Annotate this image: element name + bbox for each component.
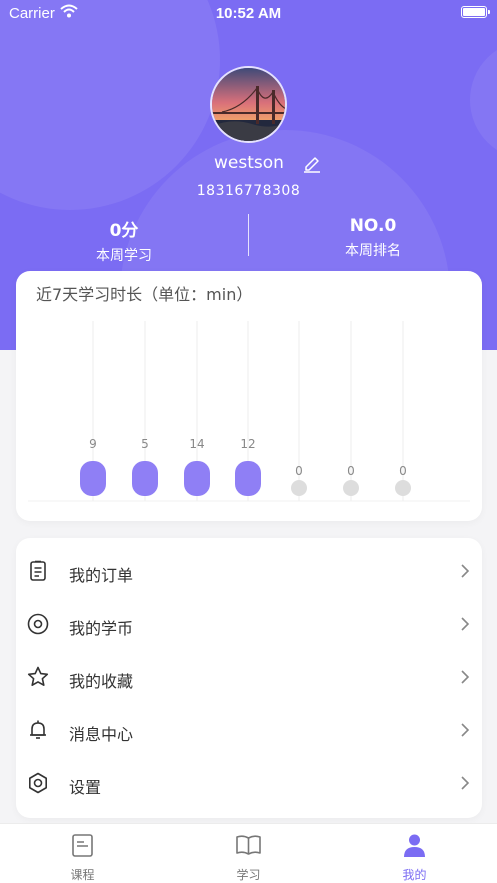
chart-value-label: 0 <box>347 464 355 478</box>
battery-icon <box>461 6 490 18</box>
menu-item-messages[interactable]: 消息中心 <box>16 701 482 754</box>
tab-bar: 课程 学习 我的 <box>0 823 497 883</box>
tab-label: 学习 <box>236 868 261 882</box>
chart-bar <box>184 461 210 496</box>
chevron-right-icon <box>461 617 470 631</box>
tab-label: 课程 <box>70 868 95 882</box>
chevron-right-icon <box>461 776 470 790</box>
weekly-rank-stat: NO.0 本周排名 <box>293 216 453 260</box>
menu-item-coins[interactable]: 我的学币 <box>16 595 482 648</box>
chart-value-label: 14 <box>189 437 204 451</box>
status-bar: Carrier 10:52 AM <box>0 0 497 26</box>
status-time: 10:52 AM <box>215 5 282 22</box>
chart-value-label: 5 <box>141 437 149 451</box>
weekly-study-value: 0分 <box>109 221 139 241</box>
edit-icon[interactable] <box>302 153 322 173</box>
avatar[interactable] <box>210 66 287 143</box>
menu-item-orders[interactable]: 我的订单 <box>16 542 482 595</box>
phone-number: 18316778308 <box>196 183 301 199</box>
chart-bar <box>291 480 307 496</box>
tab-courses[interactable]: 课程 <box>0 824 165 883</box>
chart-bar <box>132 461 158 496</box>
chevron-right-icon <box>461 564 470 578</box>
chart-value-label: 0 <box>399 464 407 478</box>
bell-icon <box>30 720 46 739</box>
weekly-study-stat: 0分 本周学习 <box>44 216 204 265</box>
weekly-study-label: 本周学习 <box>96 248 152 264</box>
chart-value-label: 12 <box>240 437 255 451</box>
username: westson <box>214 153 284 173</box>
chart-value-label: 9 <box>89 437 97 451</box>
tab-study[interactable]: 学习 <box>166 824 331 883</box>
weekly-rank-label: 本周排名 <box>345 243 401 259</box>
tab-label: 我的 <box>402 868 427 882</box>
chevron-right-icon <box>461 723 470 737</box>
menu-item-label: 我的收藏 <box>69 672 134 691</box>
tab-mine[interactable]: 我的 <box>332 824 497 883</box>
menu-item-favorites[interactable]: 我的收藏 <box>16 648 482 701</box>
menu-item-label: 消息中心 <box>69 725 134 744</box>
menu-item-label: 我的订单 <box>69 566 134 585</box>
gear-icon <box>29 772 47 794</box>
user-icon <box>404 834 425 857</box>
chart-bar <box>343 480 359 496</box>
menu-item-label: 设置 <box>69 778 102 797</box>
weekly-rank-value: NO.0 <box>349 216 397 236</box>
coin-icon <box>27 613 49 635</box>
chart-value-label: 0 <box>295 464 303 478</box>
star-icon <box>27 666 49 686</box>
clipboard-icon <box>30 560 46 581</box>
menu-item-settings[interactable]: 设置 <box>16 754 482 807</box>
chevron-right-icon <box>461 670 470 684</box>
menu-list: 我的订单 我的学币 我的收藏 消息中心 设置 <box>16 538 482 818</box>
study-time-chart-card: 近7天学习时长（单位：min） 9 5 14 12 0 0 0 <box>16 271 482 521</box>
stats-divider <box>248 214 249 256</box>
book-icon <box>236 835 261 855</box>
study-time-chart: 9 5 14 12 0 0 0 <box>28 321 470 502</box>
menu-item-label: 我的学币 <box>69 619 134 638</box>
chart-bar <box>235 461 261 496</box>
chart-bar <box>395 480 411 496</box>
decorative-circle <box>470 40 497 160</box>
chart-bar <box>80 461 106 496</box>
course-icon <box>72 834 93 857</box>
